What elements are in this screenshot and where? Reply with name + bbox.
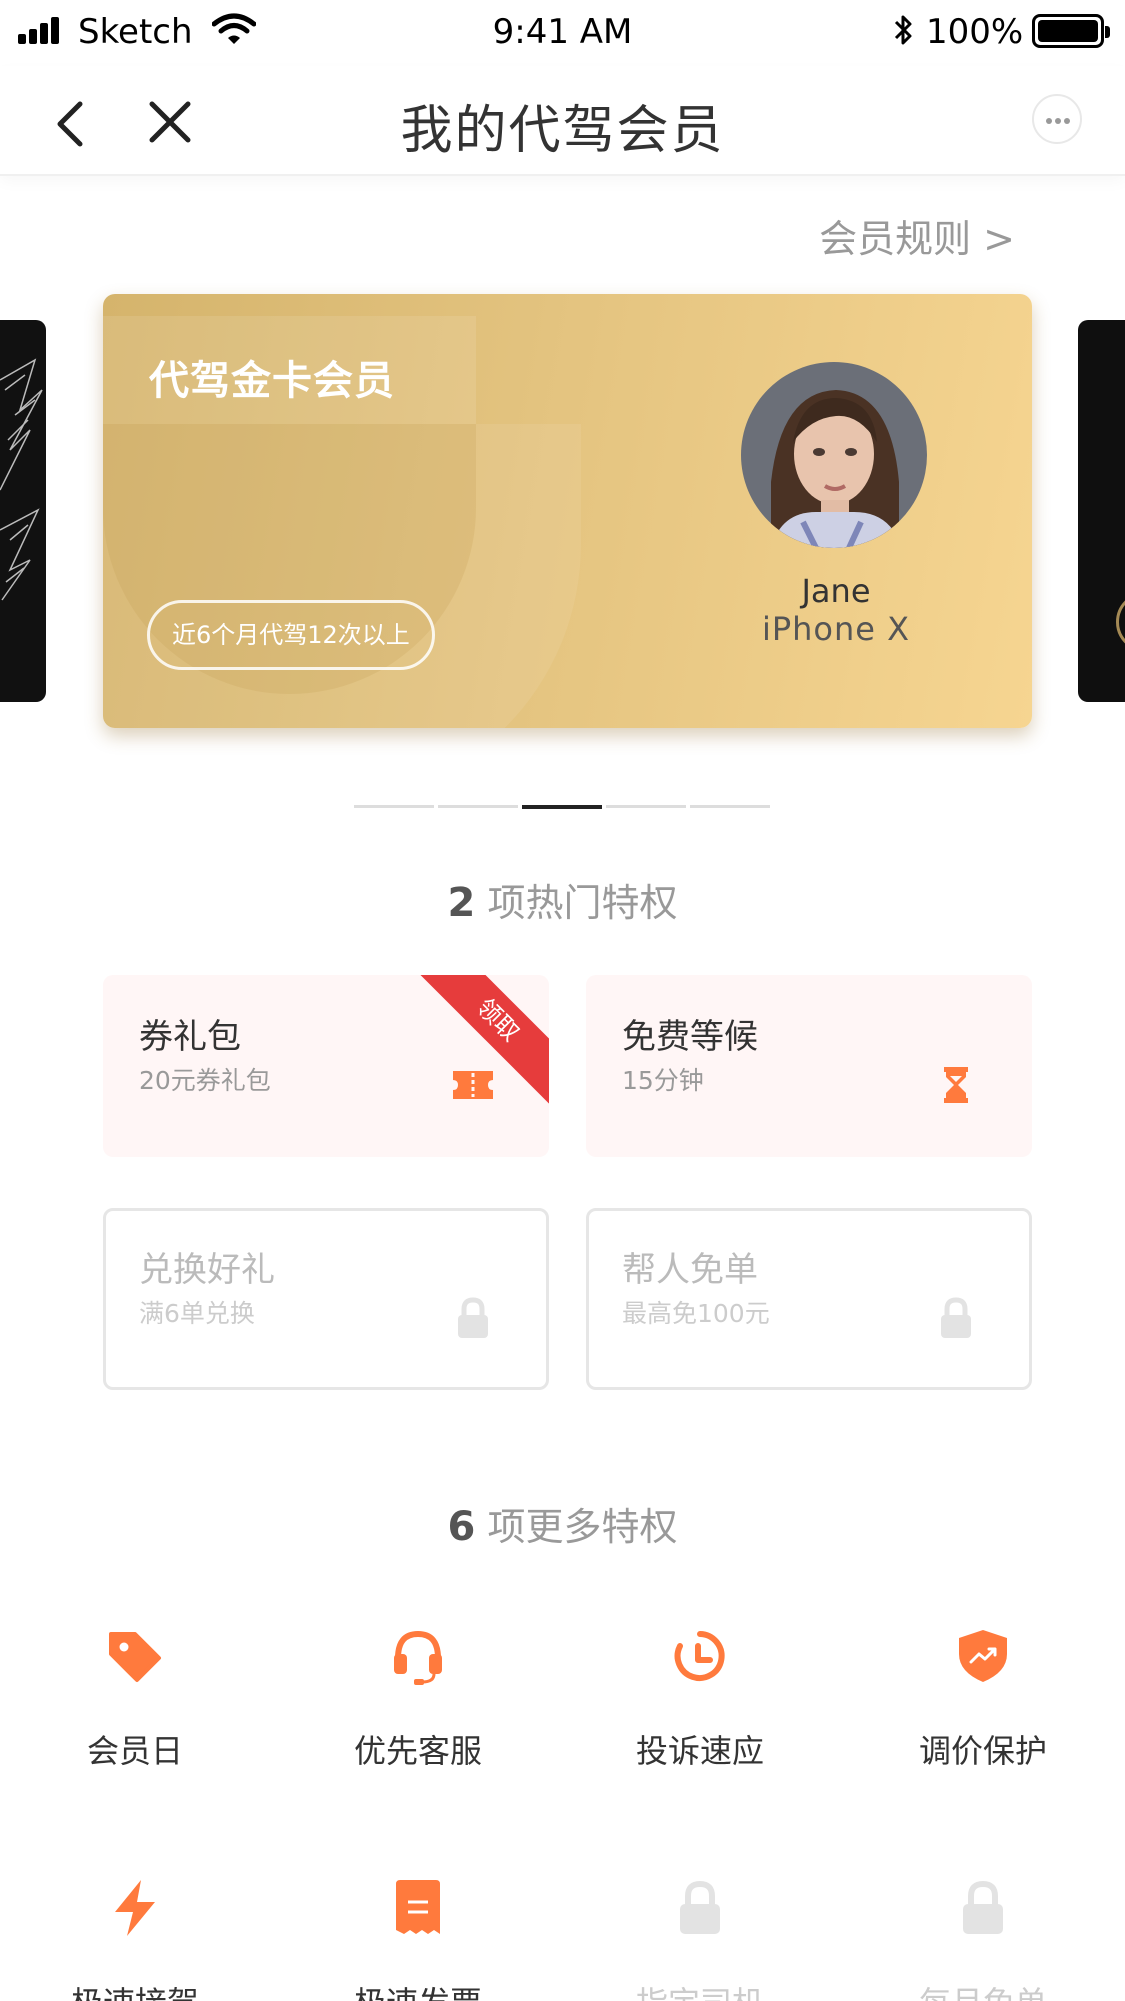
privilege-title: 兑换好礼	[139, 1250, 275, 1290]
perk-label: 会员日	[86, 1732, 183, 1770]
shield-icon	[959, 1630, 1007, 1682]
perk-label: 极速接驾	[35, 1978, 235, 2001]
privilege-subtitle: 20元券礼包	[139, 1066, 271, 1095]
geometric-pattern-icon	[0, 358, 43, 601]
user-name: Jane	[801, 572, 871, 610]
privilege-tile-redeem-gift[interactable]: 兑换好礼 满6单兑换	[103, 1208, 549, 1390]
bluetooth-icon	[894, 15, 912, 45]
privilege-title: 券礼包	[139, 1017, 241, 1057]
carousel-dot[interactable]	[606, 805, 686, 808]
headset-icon	[394, 1630, 442, 1685]
next-card-badge	[1116, 592, 1125, 652]
privilege-tile-coupon-pack[interactable]: 券礼包 20元券礼包 领取	[103, 975, 549, 1157]
receipt-icon	[396, 1880, 440, 1934]
lock-icon	[680, 1880, 720, 1934]
navigation-bar: 我的代驾会员	[0, 66, 1125, 176]
status-bar: Sketch 9:41 AM 100%	[0, 0, 1125, 66]
perk-label: 调价保护	[918, 1732, 1047, 1770]
carousel-dot[interactable]	[354, 805, 434, 808]
tag-icon	[109, 1632, 161, 1682]
previous-card[interactable]	[0, 320, 46, 702]
privilege-tile-free-waiting[interactable]: 免费等候 15分钟	[586, 975, 1032, 1157]
perk-label: 极速发票	[318, 1978, 518, 2001]
privilege-subtitle: 满6单兑换	[139, 1299, 255, 1328]
privilege-title: 帮人免单	[622, 1250, 758, 1290]
privilege-subtitle: 15分钟	[622, 1066, 704, 1095]
lock-icon	[458, 1297, 488, 1338]
privilege-tile-free-order-for-others[interactable]: 帮人免单 最高免100元	[586, 1208, 1032, 1390]
battery-percentage: 100%	[926, 12, 1024, 52]
lock-icon	[963, 1880, 1003, 1934]
hourglass-icon	[944, 1067, 968, 1103]
perk-label: 指定司机	[600, 1978, 800, 2001]
member-rules-link[interactable]: 会员规则 >	[819, 208, 1015, 263]
more-privileges-count: 6	[447, 1504, 476, 1550]
lightning-icon	[115, 1880, 155, 1936]
tier-requirement-badge: 近6个月代驾12次以上	[147, 600, 435, 670]
carousel-dot[interactable]	[690, 805, 770, 808]
privilege-title: 免费等候	[622, 1017, 758, 1057]
battery-icon	[1032, 14, 1110, 48]
page-title: 我的代驾会员	[400, 101, 725, 161]
user-device: iPhone X	[761, 610, 911, 648]
hot-privileges-count: 2	[447, 880, 476, 926]
avatar	[741, 362, 927, 548]
clock-icon	[674, 1631, 725, 1681]
privilege-subtitle: 最高免100元	[622, 1299, 770, 1328]
more-privileges-heading: 6 项更多特权	[0, 1496, 1125, 1551]
more-options-button[interactable]	[1032, 94, 1082, 144]
ticket-icon	[453, 1071, 493, 1099]
more-privileges-label: 项更多特权	[487, 1505, 678, 1549]
hot-privileges-heading: 2 项热门特权	[0, 872, 1125, 927]
carousel-dot[interactable]	[438, 805, 518, 808]
lock-icon	[941, 1297, 971, 1338]
hot-privileges-label: 项热门特权	[487, 881, 678, 925]
perk-label: 投诉速应	[635, 1732, 764, 1770]
perk-label: 优先客服	[353, 1732, 482, 1770]
next-card[interactable]	[1078, 320, 1125, 702]
membership-tier: 代驾金卡会员	[149, 358, 395, 404]
perk-label: 每月免单	[883, 1978, 1083, 2001]
membership-card[interactable]: 代驾金卡会员 近6个月代驾12次以上 Jane iPhone X	[103, 294, 1032, 728]
carousel-dot-active[interactable]	[522, 805, 602, 809]
